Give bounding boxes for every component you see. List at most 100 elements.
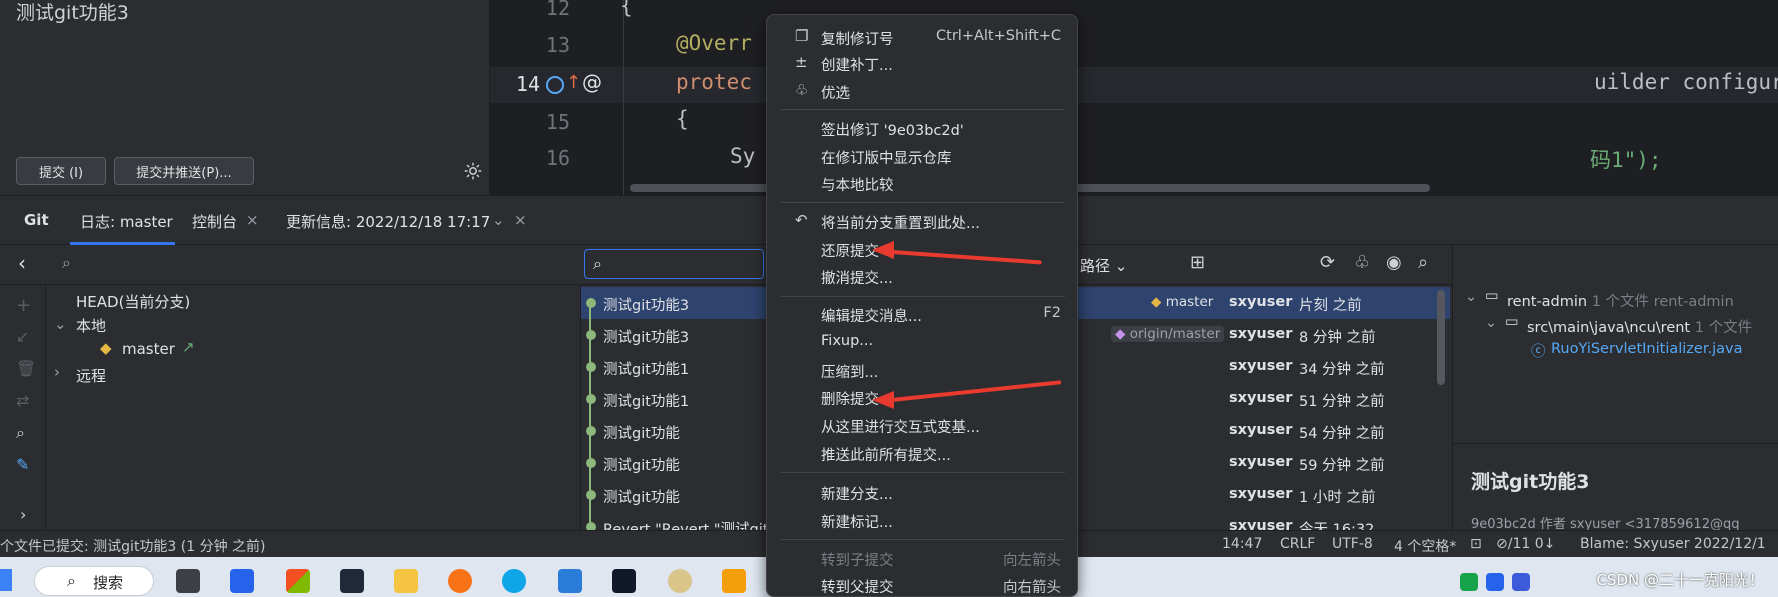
menu-item-show-repo-at-revision[interactable]: 在修订版中显示仓库 <box>775 143 1069 169</box>
menu-item-go-to-parent[interactable]: 转到父提交 向右箭头 <box>775 572 1069 597</box>
commit-and-push-button[interactable]: 提交并推送(P)... <box>114 157 254 185</box>
at-gutter-icon[interactable]: @ <box>582 70 602 94</box>
changed-file[interactable]: RuoYiServletInitializer.java <box>1551 341 1742 357</box>
menu-item-squash[interactable]: 压缩到... <box>775 357 1069 383</box>
tray-icon[interactable] <box>1512 573 1530 591</box>
trash-icon[interactable]: 🗑 <box>16 359 36 378</box>
commit-message: 测试git功能 <box>603 490 680 506</box>
refresh-icon[interactable]: ⟳ <box>1320 252 1335 273</box>
menu-item-push-up-to[interactable]: 推送此前所有提交... <box>775 440 1069 466</box>
file-encoding[interactable]: UTF-8 <box>1332 536 1373 552</box>
tree-item-master[interactable]: master <box>122 340 175 358</box>
git-status[interactable]: ⊘/11 0↓ <box>1496 536 1555 552</box>
menu-item-interactive-rebase[interactable]: 从这里进行交互式变基... <box>775 412 1069 438</box>
commit-button[interactable]: 提交 (I) <box>16 157 106 185</box>
graph-node <box>586 426 596 436</box>
todo-app-icon[interactable] <box>230 569 254 593</box>
line-separator[interactable]: CRLF <box>1280 536 1315 552</box>
tree-item-head[interactable]: HEAD(当前分支) <box>76 291 190 312</box>
menu-item-copy-revision[interactable]: ❐ 复制修订号 Ctrl+Alt+Shift+C <box>775 24 1069 50</box>
menu-item-create-patch[interactable]: ± 创建补丁... <box>775 50 1069 76</box>
tree-item-remote[interactable]: 远程 <box>76 365 106 386</box>
code-editor[interactable]: 12 13 14 ↑ @ 15 16 { @Overr protec uilde… <box>490 0 1778 195</box>
menu-item-label: 压缩到... <box>821 365 879 381</box>
gear-icon[interactable] <box>462 160 484 182</box>
menu-item-new-branch[interactable]: 新建分支... <box>775 479 1069 505</box>
eye-icon[interactable]: ◉ <box>1386 252 1402 273</box>
menu-item-go-to-child[interactable]: 转到子提交 向左箭头 <box>775 545 1069 571</box>
merge-icon[interactable]: ⇄ <box>16 391 29 410</box>
graph-node <box>586 458 596 468</box>
plus-icon[interactable]: + <box>16 295 31 316</box>
edit-icon[interactable]: ✎ <box>16 455 29 474</box>
chevron-down-icon[interactable]: ⌄ <box>54 315 67 333</box>
indent-setting[interactable]: 4 个空格* <box>1394 536 1456 556</box>
search-icon[interactable]: ⌕ <box>16 423 25 443</box>
menu-item-undo-commit[interactable]: 撤消提交... <box>775 263 1069 289</box>
graph-node <box>586 522 596 530</box>
menu-item-compare-local[interactable]: 与本地比较 <box>775 170 1069 196</box>
tray-icon[interactable] <box>1486 573 1504 591</box>
sublime-icon[interactable] <box>722 569 746 593</box>
vmware-icon[interactable] <box>558 569 582 593</box>
tray-icon[interactable] <box>1460 573 1478 591</box>
tab-update-info[interactable]: 更新信息: 2022/12/18 17:17 <box>286 211 490 232</box>
tree-item-local[interactable]: 本地 <box>76 315 106 336</box>
chevron-right-icon[interactable]: › <box>20 505 26 524</box>
folder-icon: ▭ <box>1505 314 1519 330</box>
windows-start-icon[interactable] <box>0 569 12 591</box>
firefox-icon[interactable] <box>448 569 472 593</box>
tab-log[interactable]: 日志: master <box>80 211 173 232</box>
task-view-icon[interactable] <box>176 569 200 593</box>
menu-item-edit-message[interactable]: 编辑提交消息... F2 <box>775 301 1069 327</box>
log-scrollbar[interactable] <box>1437 290 1445 385</box>
menu-item-checkout-revision[interactable]: 签出修订 '9e03bc2d' <box>775 115 1069 141</box>
chevron-right-icon[interactable]: › <box>54 363 60 381</box>
app-icon[interactable] <box>668 569 692 593</box>
cherry-pick-icon[interactable]: ♧ <box>1354 252 1370 273</box>
branch-tag-label: origin/master <box>1129 326 1221 342</box>
commit-message-input[interactable]: 测试git功能3 <box>16 0 129 25</box>
tab-console[interactable]: 控制台 <box>192 211 237 232</box>
new-tab-icon[interactable]: ⊞ <box>1190 252 1205 273</box>
edge-icon[interactable] <box>502 569 526 593</box>
log-search-input[interactable]: ⌕ <box>584 249 764 279</box>
arrow-up-icon[interactable]: ↑ <box>566 72 581 93</box>
intellij-icon[interactable] <box>612 569 636 593</box>
search-icon[interactable]: ⌕ <box>62 253 71 273</box>
folder-path[interactable]: src\main\java\ncu\rent 1 个文件 <box>1527 316 1752 337</box>
search-icon[interactable]: ⌕ <box>1418 252 1428 273</box>
close-icon[interactable]: × <box>246 211 259 229</box>
arrow-down-left-icon[interactable]: ↙ <box>16 327 29 346</box>
module-name[interactable]: rent-admin 1 个文件 rent-admin <box>1507 290 1734 311</box>
chevron-down-icon[interactable]: ⌄ <box>492 211 505 229</box>
menu-item-cherry-pick[interactable]: ♧ 优选 <box>775 78 1069 104</box>
menu-item-revert-commit[interactable]: 还原提交 <box>775 236 1069 262</box>
menu-item-label: 优选 <box>821 86 850 102</box>
file-explorer-icon[interactable] <box>394 569 418 593</box>
chevron-down-icon[interactable]: ⌄ <box>1485 315 1497 331</box>
module-label: rent-admin <box>1507 294 1588 310</box>
blame-info[interactable]: Blame: Sxyuser 2022/12/1 <box>1580 536 1766 552</box>
taskbar-search[interactable]: ⌕ 搜索 <box>34 566 154 596</box>
store-icon[interactable] <box>286 569 310 593</box>
terminal-icon[interactable] <box>340 569 364 593</box>
override-gutter-icon[interactable] <box>546 76 564 94</box>
menu-item-fixup[interactable]: Fixup... <box>775 329 1069 355</box>
caret-position[interactable]: 14:47 <box>1222 536 1262 552</box>
commit-message: 测试git功能3 <box>603 330 690 346</box>
chevron-down-icon[interactable]: ⌄ <box>1465 289 1477 305</box>
patch-icon: ± <box>795 53 808 71</box>
branch-tag: ◆ origin/master <box>1111 326 1225 342</box>
menu-shortcut: 向右箭头 <box>1003 580 1061 596</box>
lock-icon[interactable]: ⊡ <box>1470 536 1482 552</box>
chevron-left-icon[interactable]: ‹ <box>18 251 26 275</box>
status-message[interactable]: 个文件已提交: 测试git功能3 (1 分钟 之前) <box>0 536 266 556</box>
menu-item-new-tag[interactable]: 新建标记... <box>775 507 1069 533</box>
code-line: protec <box>676 70 752 94</box>
path-filter[interactable]: 路径 ⌄ <box>1080 255 1127 276</box>
menu-item-label: Fixup... <box>821 333 874 349</box>
commit-message: 测试git功能1 <box>603 362 690 378</box>
menu-item-reset-branch[interactable]: ↶ 将当前分支重置到此处... <box>775 208 1069 234</box>
close-icon[interactable]: × <box>514 211 527 229</box>
